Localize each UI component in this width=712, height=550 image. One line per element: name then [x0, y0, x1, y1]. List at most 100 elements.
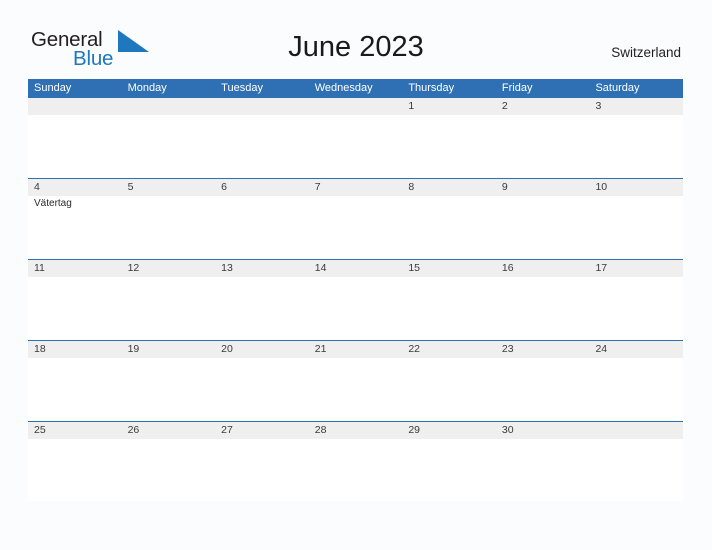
day-number: 3 — [595, 100, 602, 112]
day-cell[interactable] — [28, 98, 122, 115]
day-cell[interactable]: 22 — [402, 341, 496, 358]
day-number: 7 — [314, 181, 321, 193]
day-event-cell[interactable] — [496, 115, 590, 177]
day-number: 8 — [408, 181, 415, 193]
day-event-cell[interactable]: Vätertag — [28, 196, 122, 258]
day-event-cell[interactable] — [589, 196, 683, 258]
day-event-cell[interactable] — [28, 115, 122, 177]
day-number: 23 — [501, 343, 514, 355]
day-cell[interactable]: 4 — [28, 179, 122, 196]
day-number: 29 — [408, 424, 420, 436]
day-cell[interactable]: 27 — [215, 422, 309, 439]
day-event-cell[interactable] — [309, 277, 403, 339]
page-title: June 2023 — [288, 31, 424, 63]
day-cell[interactable]: 25 — [28, 422, 122, 439]
day-cell[interactable]: 11 — [28, 260, 122, 277]
weekday-header-monday: Monday — [127, 82, 167, 94]
calendar-grid: Sunday Monday Tuesday Wednesday Thursday… — [28, 79, 683, 502]
day-cell[interactable]: 28 — [309, 422, 403, 439]
day-number: 11 — [34, 262, 45, 274]
day-cell[interactable]: 12 — [122, 260, 216, 277]
week-date-band: 11 12 13 14 15 16 17 — [28, 259, 683, 277]
day-cell[interactable]: 10 — [589, 179, 683, 196]
day-cell[interactable] — [589, 422, 683, 439]
day-cell[interactable]: 19 — [122, 341, 216, 358]
day-event-cell[interactable] — [496, 196, 590, 258]
week-event-band — [28, 277, 683, 339]
day-event-cell[interactable] — [402, 358, 496, 420]
day-number: 5 — [127, 181, 134, 193]
day-event-cell[interactable] — [215, 439, 309, 501]
day-event-cell[interactable] — [122, 439, 216, 501]
day-cell[interactable]: 5 — [122, 179, 216, 196]
day-event-cell[interactable] — [402, 277, 496, 339]
day-cell[interactable]: 13 — [215, 260, 309, 277]
day-cell[interactable]: 20 — [215, 341, 309, 358]
day-cell[interactable]: 7 — [309, 179, 403, 196]
day-number: 17 — [595, 262, 608, 274]
day-number: 9 — [501, 181, 508, 193]
day-event-cell[interactable] — [215, 196, 309, 258]
day-event-cell[interactable] — [589, 358, 683, 420]
day-event-cell[interactable] — [28, 358, 122, 420]
day-number: 25 — [34, 424, 46, 436]
day-cell[interactable] — [122, 98, 216, 115]
day-event-cell[interactable] — [122, 196, 216, 258]
day-event-cell[interactable] — [589, 439, 683, 501]
day-event-cell[interactable] — [589, 277, 683, 339]
day-cell[interactable]: 15 — [402, 260, 496, 277]
day-event-cell[interactable] — [122, 115, 216, 177]
day-number: 6 — [221, 181, 227, 193]
day-number: 21 — [314, 343, 327, 355]
day-number: 4 — [34, 181, 40, 193]
day-event-cell[interactable] — [215, 358, 309, 420]
weekday-header-thursday: Thursday — [408, 82, 455, 94]
day-cell[interactable]: 1 — [402, 98, 496, 115]
day-event-label: Vätertag — [34, 198, 72, 209]
day-event-cell[interactable] — [309, 196, 403, 258]
day-event-cell[interactable] — [402, 196, 496, 258]
week-event-band — [28, 439, 683, 501]
day-event-cell[interactable] — [496, 277, 590, 339]
day-cell[interactable]: 14 — [309, 260, 403, 277]
day-cell[interactable]: 21 — [309, 341, 403, 358]
day-cell[interactable]: 30 — [496, 422, 590, 439]
day-event-cell[interactable] — [122, 277, 216, 339]
day-number: 14 — [314, 262, 327, 274]
day-event-cell[interactable] — [122, 358, 216, 420]
day-cell[interactable]: 3 — [589, 98, 683, 115]
day-cell[interactable]: 9 — [496, 179, 590, 196]
day-event-cell[interactable] — [496, 358, 590, 420]
day-event-cell[interactable] — [589, 115, 683, 177]
weekday-header-wednesday: Wednesday — [314, 82, 373, 94]
day-cell[interactable]: 26 — [122, 422, 216, 439]
day-cell[interactable] — [215, 98, 309, 115]
day-cell[interactable]: 16 — [496, 260, 590, 277]
day-event-cell[interactable] — [28, 277, 122, 339]
day-cell[interactable]: 24 — [589, 341, 683, 358]
day-cell[interactable]: 8 — [402, 179, 496, 196]
country-label: Switzerland — [611, 45, 681, 60]
day-number: 10 — [595, 181, 608, 193]
day-event-cell[interactable] — [309, 358, 403, 420]
day-event-cell[interactable] — [496, 439, 590, 501]
day-event-cell[interactable] — [215, 115, 309, 177]
day-cell[interactable]: 17 — [589, 260, 683, 277]
day-number: 27 — [221, 424, 233, 436]
day-cell[interactable]: 6 — [215, 179, 309, 196]
day-event-cell[interactable] — [402, 439, 496, 501]
day-cell[interactable]: 23 — [496, 341, 590, 358]
day-event-cell[interactable] — [309, 439, 403, 501]
day-cell[interactable] — [309, 98, 403, 115]
day-cell[interactable]: 18 — [28, 341, 122, 358]
day-number: 30 — [501, 424, 514, 436]
day-event-cell[interactable] — [215, 277, 309, 339]
day-number: 20 — [221, 343, 233, 355]
day-event-cell[interactable] — [309, 115, 403, 177]
day-cell[interactable]: 2 — [496, 98, 590, 115]
week-event-band — [28, 358, 683, 420]
day-number: 13 — [221, 262, 233, 274]
day-cell[interactable]: 29 — [402, 422, 496, 439]
day-event-cell[interactable] — [402, 115, 496, 177]
day-event-cell[interactable] — [28, 439, 122, 501]
